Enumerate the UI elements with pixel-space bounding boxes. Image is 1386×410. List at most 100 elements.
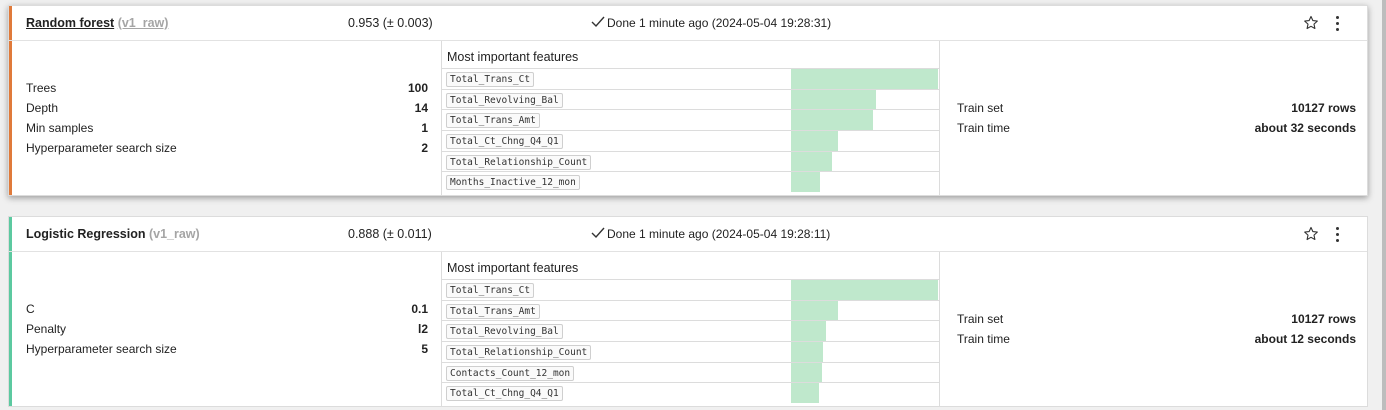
feature-importance-bar [791, 280, 938, 300]
feature-name: Total_Revolving_Bal [446, 92, 563, 108]
feature-row: Total_Ct_Chng_Q4_Q1 [442, 129, 939, 151]
feature-list: Total_Trans_Ct Total_Trans_Amt Total_Rev… [442, 279, 939, 403]
params-list: Trees 100 Depth 14 Min samples 1 Hyperparam… [26, 79, 428, 159]
kebab-menu-icon[interactable] [1330, 14, 1344, 32]
param-row: Hyperparameter search size 2 [26, 139, 428, 159]
train-info: Train set 10127 rows Train time about 32 s… [957, 99, 1356, 139]
train-info: Train set 10127 rows Train time about 12 s… [957, 310, 1356, 350]
feature-row: Total_Revolving_Bal [442, 88, 939, 110]
feature-importance-bar [791, 321, 826, 341]
train-value: about 12 seconds [1254, 332, 1356, 346]
model-card[interactable]: Random forest (v1_raw) 0.953 (± 0.003) D… [8, 5, 1368, 196]
feature-importance-bar [791, 383, 819, 403]
param-label: Trees [26, 81, 57, 95]
param-value: 0.1 [411, 302, 428, 316]
feature-importance-title: Most important features [447, 50, 579, 64]
feature-importance-bar [791, 362, 822, 383]
param-value: 5 [421, 342, 428, 356]
feature-name: Total_Trans_Amt [446, 303, 540, 319]
feature-name: Total_Trans_Amt [446, 113, 540, 129]
feature-importance-bar [791, 300, 838, 321]
train-label: Train time [957, 121, 1010, 135]
feature-name: Total_Trans_Ct [446, 283, 535, 298]
star-outline-icon[interactable] [1303, 15, 1319, 34]
train-label: Train set [957, 101, 1004, 115]
card-body: C 0.1 Penalty l2 Hyperparameter search siz… [9, 252, 1367, 407]
feature-importance-panel: Most important features Total_Trans_Ct T… [441, 41, 940, 196]
card-header: Random forest (v1_raw) 0.953 (± 0.003) D… [9, 6, 1367, 41]
model-name[interactable]: Logistic Regression [26, 227, 145, 241]
param-label: C [26, 302, 35, 316]
feature-row: Total_Revolving_Bal [442, 320, 939, 341]
model-score: 0.888 (± 0.011) [348, 227, 432, 241]
feature-name: Contacts_Count_12_mon [446, 365, 575, 381]
feature-importance-bar [791, 69, 938, 89]
model-version-tag: (v1_raw) [148, 227, 200, 241]
param-value: 1 [421, 121, 428, 135]
feature-importance-bar [791, 172, 820, 192]
status-text: Done 1 minute ago (2024-05-04 19:28:11) [607, 227, 831, 241]
feature-row: Total_Relationship_Count [442, 150, 939, 172]
model-status: Done 1 minute ago (2024-05-04 19:28:11) [591, 227, 830, 242]
feature-row: Total_Trans_Amt [442, 109, 939, 130]
feature-importance-bar [791, 130, 838, 151]
feature-name: Total_Trans_Ct [446, 72, 535, 87]
feature-name: Total_Ct_Chng_Q4_Q1 [446, 386, 563, 402]
model-version-tag: (v1_raw) [117, 16, 169, 30]
model-name[interactable]: Random forest [26, 16, 114, 30]
feature-row: Total_Ct_Chng_Q4_Q1 [442, 382, 939, 403]
param-label: Penalty [26, 322, 67, 336]
feature-name: Total_Relationship_Count [446, 154, 592, 170]
param-value: l2 [417, 322, 428, 336]
feature-row: Total_Relationship_Count [442, 340, 939, 362]
card-body: Trees 100 Depth 14 Min samples 1 Hyperparam… [9, 41, 1367, 196]
param-label: Min samples [26, 121, 94, 135]
model-title[interactable]: Random forest (v1_raw) [26, 16, 168, 30]
param-label: Hyperparameter search size [26, 141, 177, 155]
train-row: Train set 10127 rows [957, 99, 1356, 119]
train-label: Train time [957, 332, 1010, 346]
param-row: Trees 100 [26, 79, 428, 99]
train-value: 10127 rows [1291, 312, 1356, 326]
param-value: 2 [421, 141, 428, 155]
feature-importance-title: Most important features [447, 261, 579, 275]
train-value: about 32 seconds [1254, 121, 1356, 135]
feature-importance-panel: Most important features Total_Trans_Ct T… [441, 252, 940, 407]
feature-row: Total_Trans_Amt [442, 299, 939, 321]
model-score: 0.953 (± 0.003) [348, 16, 433, 30]
param-value: 100 [407, 81, 428, 95]
param-label: Depth [26, 101, 59, 115]
model-title[interactable]: Logistic Regression (v1_raw) [26, 227, 200, 241]
feature-row: Contacts_Count_12_mon [442, 361, 939, 383]
feature-importance-bar [791, 341, 823, 362]
model-card[interactable]: Logistic Regression (v1_raw) 0.888 (± 0.… [8, 216, 1368, 407]
status-text: Done 1 minute ago (2024-05-04 19:28:31) [607, 16, 832, 30]
feature-name: Months_Inactive_12_mon [446, 175, 580, 191]
param-value: 14 [414, 101, 428, 115]
train-row: Train set 10127 rows [957, 310, 1356, 330]
param-row: Penalty l2 [26, 320, 428, 340]
feature-importance-bar [791, 89, 876, 110]
checkmark-icon [591, 227, 605, 242]
feature-row: Total_Trans_Ct [442, 279, 939, 300]
feature-row: Total_Trans_Ct [442, 68, 939, 89]
vertical-scrollbar[interactable] [1382, 0, 1386, 410]
star-outline-icon[interactable] [1303, 226, 1319, 245]
params-list: C 0.1 Penalty l2 Hyperparameter search siz… [26, 300, 428, 360]
train-label: Train set [957, 312, 1004, 326]
card-header: Logistic Regression (v1_raw) 0.888 (± 0.… [9, 217, 1367, 252]
train-row: Train time about 12 seconds [957, 330, 1356, 350]
feature-name: Total_Revolving_Bal [446, 324, 563, 340]
param-row: Hyperparameter search size 5 [26, 340, 428, 360]
feature-name: Total_Relationship_Count [446, 344, 592, 360]
train-row: Train time about 32 seconds [957, 119, 1356, 139]
param-row: Depth 14 [26, 99, 428, 119]
feature-importance-bar [791, 110, 873, 130]
feature-list: Total_Trans_Ct Total_Revolving_Bal Total… [442, 68, 939, 192]
param-row: C 0.1 [26, 300, 428, 320]
feature-importance-bar [791, 151, 832, 172]
feature-name: Total_Ct_Chng_Q4_Q1 [446, 133, 563, 149]
kebab-menu-icon[interactable] [1330, 225, 1344, 243]
feature-row: Months_Inactive_12_mon [442, 171, 939, 192]
checkmark-icon [591, 16, 605, 31]
